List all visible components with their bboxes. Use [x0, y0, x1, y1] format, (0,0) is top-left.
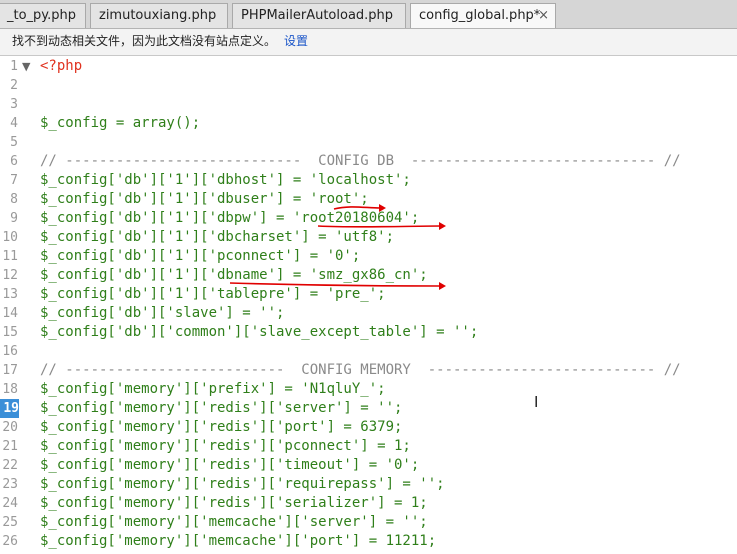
line-number: 19: [0, 399, 19, 418]
line-number: 11: [2, 249, 18, 264]
line-number: 1: [10, 59, 18, 74]
text-cursor-icon: I: [534, 393, 539, 411]
code-line[interactable]: [40, 76, 681, 95]
code-line[interactable]: $_config = array();: [40, 114, 681, 133]
line-number: 14: [2, 306, 18, 321]
code-line[interactable]: $_config['memory']['redis']['port'] = 63…: [40, 418, 681, 437]
code-line[interactable]: $_config['memory']['memcache']['server']…: [40, 513, 681, 532]
line-number-gutter: ▼ 1 2 3 4 5 6 7 8 9 10 11 12 13 14 15 16 17 18 19 20 21 22 23 2…: [0, 56, 34, 554]
line-number: 4: [10, 116, 18, 131]
code-line[interactable]: // -------------------------- CONFIG MEM…: [40, 361, 681, 380]
code-line[interactable]: $_config['db']['1']['dbhost'] = 'localho…: [40, 171, 681, 190]
code-line[interactable]: $_config['db']['1']['tablepre'] = 'pre_'…: [40, 285, 681, 304]
settings-link[interactable]: 设置: [284, 34, 308, 48]
fold-toggle-icon[interactable]: ▼: [22, 60, 30, 73]
tab-label: zimutouxiang.php: [99, 8, 217, 23]
code-line[interactable]: $_config['db']['1']['dbuser'] = 'root';: [40, 190, 681, 209]
info-bar: i 找不到动态相关文件，因为此文档没有站点定义。设置: [0, 29, 737, 56]
code-line[interactable]: $_config['db']['1']['pconnect'] = '0';: [40, 247, 681, 266]
tab-label: config_global.php*: [419, 8, 541, 23]
line-number: 26: [2, 534, 18, 549]
line-number: 17: [2, 363, 18, 378]
code-area[interactable]: <?php $_config = array(); // -------------…: [40, 57, 681, 551]
line-number: 13: [2, 287, 18, 302]
line-number: 18: [2, 382, 18, 397]
line-number: 25: [2, 515, 18, 530]
line-number: 2: [10, 78, 18, 93]
code-line[interactable]: $_config['db']['1']['dbpw'] = 'root20180…: [40, 209, 681, 228]
code-line[interactable]: $_config['memory']['redis']['server'] = …: [40, 399, 681, 418]
line-number: 10: [2, 230, 18, 245]
code-line[interactable]: $_config['memory']['prefix'] = 'N1qluY_'…: [40, 380, 681, 399]
code-editor[interactable]: ▼ 1 2 3 4 5 6 7 8 9 10 11 12 13 14 15 16 17 18 19 20 21 22 23 2…: [0, 56, 737, 554]
code-line[interactable]: [40, 133, 681, 152]
line-number: 5: [10, 135, 18, 150]
tab-to-py[interactable]: _to_py.php: [0, 3, 86, 28]
tab-phpmailerautoload[interactable]: PHPMailerAutoload.php: [232, 3, 406, 28]
tab-label: _to_py.php: [7, 8, 77, 23]
line-number: 24: [2, 496, 18, 511]
line-number: 15: [2, 325, 18, 340]
code-line[interactable]: [40, 342, 681, 361]
code-line[interactable]: $_config['memory']['redis']['serializer'…: [40, 494, 681, 513]
code-line[interactable]: $_config['memory']['redis']['timeout'] =…: [40, 456, 681, 475]
code-line[interactable]: <?php: [40, 57, 681, 76]
line-number: 7: [10, 173, 18, 188]
line-number: 16: [2, 344, 18, 359]
line-number: 3: [10, 97, 18, 112]
code-line[interactable]: $_config['memory']['redis']['pconnect'] …: [40, 437, 681, 456]
code-line[interactable]: [40, 95, 681, 114]
code-line[interactable]: $_config['memory']['redis']['requirepass…: [40, 475, 681, 494]
line-number: 20: [2, 420, 18, 435]
line-number: 21: [2, 439, 18, 454]
code-line[interactable]: $_config['db']['1']['dbcharset'] = 'utf8…: [40, 228, 681, 247]
tab-bar: _to_py.php zimutouxiang.php PHPMailerAut…: [0, 0, 737, 29]
code-line[interactable]: $_config['memory']['memcache']['port'] =…: [40, 532, 681, 551]
tab-config-global[interactable]: config_global.php* ×: [410, 3, 556, 28]
tab-zimutouxiang[interactable]: zimutouxiang.php: [90, 3, 228, 28]
line-number: 9: [10, 211, 18, 226]
line-number: 23: [2, 477, 18, 492]
code-line[interactable]: // ---------------------------- CONFIG D…: [40, 152, 681, 171]
code-line[interactable]: $_config['db']['slave'] = '';: [40, 304, 681, 323]
code-line[interactable]: $_config['db']['common']['slave_except_t…: [40, 323, 681, 342]
close-icon[interactable]: ×: [538, 4, 549, 28]
line-number: 8: [10, 192, 18, 207]
line-number: 6: [10, 154, 18, 169]
tab-label: PHPMailerAutoload.php: [241, 8, 394, 23]
info-message: 找不到动态相关文件，因为此文档没有站点定义。: [12, 34, 277, 48]
line-number: 22: [2, 458, 18, 473]
code-line[interactable]: $_config['db']['1']['dbname'] = 'smz_gx8…: [40, 266, 681, 285]
line-number: 12: [2, 268, 18, 283]
